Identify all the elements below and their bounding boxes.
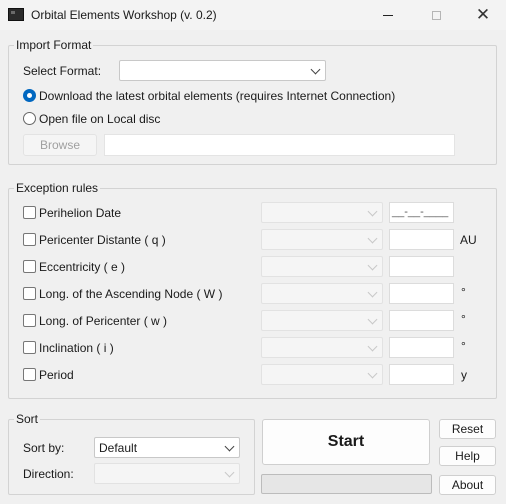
close-icon: ✕ [475, 5, 491, 24]
rule-field-ascending-node[interactable] [389, 283, 454, 304]
chevron-down-icon [367, 368, 378, 379]
rule-field-eccentricity[interactable] [389, 256, 454, 277]
checkbox-perihelion-date[interactable] [23, 206, 36, 219]
about-button[interactable]: About [439, 475, 496, 495]
rule-label-ascending-node: Long. of the Ascending Node ( W ) [39, 287, 223, 301]
chevron-down-icon [367, 287, 378, 298]
rule-combo-pericenter-distance[interactable] [261, 229, 383, 250]
minimize-icon [383, 14, 393, 16]
help-button[interactable]: Help [439, 446, 496, 466]
chevron-down-icon [367, 206, 378, 217]
rule-combo-perihelion-date[interactable] [261, 202, 383, 223]
browse-button[interactable]: Browse [23, 134, 97, 156]
chevron-down-icon [367, 233, 378, 244]
maximize-icon [431, 10, 441, 20]
rule-label-eccentricity: Eccentricity ( e ) [39, 260, 126, 274]
reset-button[interactable]: Reset [439, 419, 496, 439]
direction-combo[interactable] [94, 463, 240, 484]
start-button[interactable]: Start [262, 419, 430, 465]
rule-unit-inclination: ° [461, 339, 466, 353]
sort-by-label: Sort by: [23, 441, 65, 455]
chevron-down-icon [367, 314, 378, 325]
chevron-down-icon [367, 341, 378, 352]
progress-bar [261, 474, 432, 494]
chevron-down-icon [224, 467, 235, 478]
rule-field-pericenter-distance[interactable] [389, 229, 454, 250]
close-button[interactable]: ✕ [460, 0, 506, 30]
rule-combo-pericenter-longitude[interactable] [261, 310, 383, 331]
rule-label-pericenter-distance: Pericenter Distante ( q ) [39, 233, 166, 247]
checkbox-inclination[interactable] [23, 341, 36, 354]
sort-by-value: Default [99, 441, 138, 455]
sort-title: Sort [14, 412, 41, 426]
rule-label-period: Period [39, 368, 74, 382]
checkbox-pericenter-longitude[interactable] [23, 314, 36, 327]
rule-label-perihelion-date: Perihelion Date [39, 206, 122, 220]
radio-local-file[interactable] [23, 112, 36, 125]
chevron-down-icon [224, 441, 235, 452]
rule-unit-pericenter-distance: AU [460, 233, 477, 247]
rule-unit-ascending-node: ° [461, 285, 466, 299]
rule-label-pericenter-longitude: Long. of Pericenter ( w ) [39, 314, 168, 328]
rule-unit-period: y [461, 368, 467, 382]
rule-combo-ascending-node[interactable] [261, 283, 383, 304]
window-title: Orbital Elements Workshop (v. 0.2) [31, 8, 217, 22]
import-format-title: Import Format [14, 38, 94, 52]
chevron-down-icon [367, 260, 378, 271]
minimize-button[interactable] [365, 0, 411, 30]
rule-combo-period[interactable] [261, 364, 383, 385]
rule-field-pericenter-longitude[interactable] [389, 310, 454, 331]
checkbox-period[interactable] [23, 368, 36, 381]
title-bar: Orbital Elements Workshop (v. 0.2) ✕ [0, 0, 506, 30]
file-path-field[interactable] [104, 134, 455, 156]
rule-unit-pericenter-longitude: ° [461, 312, 466, 326]
checkbox-eccentricity[interactable] [23, 260, 36, 273]
radio-download-label[interactable]: Download the latest orbital elements (re… [39, 89, 395, 103]
direction-label: Direction: [23, 467, 74, 481]
chevron-down-icon [310, 64, 321, 75]
select-format-label: Select Format: [23, 64, 102, 78]
maximize-button[interactable] [413, 0, 459, 30]
rule-label-inclination: Inclination ( i ) [39, 341, 114, 355]
exception-rules-title: Exception rules [14, 181, 101, 195]
rule-field-inclination[interactable] [389, 337, 454, 358]
rule-field-perihelion-date[interactable]: __-__-____ [389, 202, 454, 223]
radio-download[interactable] [23, 89, 36, 102]
rule-combo-inclination[interactable] [261, 337, 383, 358]
rule-combo-eccentricity[interactable] [261, 256, 383, 277]
rule-field-period[interactable] [389, 364, 454, 385]
select-format-combo[interactable] [119, 60, 326, 81]
sort-by-combo[interactable]: Default [94, 437, 240, 458]
checkbox-pericenter-distance[interactable] [23, 233, 36, 246]
checkbox-ascending-node[interactable] [23, 287, 36, 300]
app-icon [8, 8, 24, 21]
radio-local-file-label[interactable]: Open file on Local disc [39, 112, 160, 126]
